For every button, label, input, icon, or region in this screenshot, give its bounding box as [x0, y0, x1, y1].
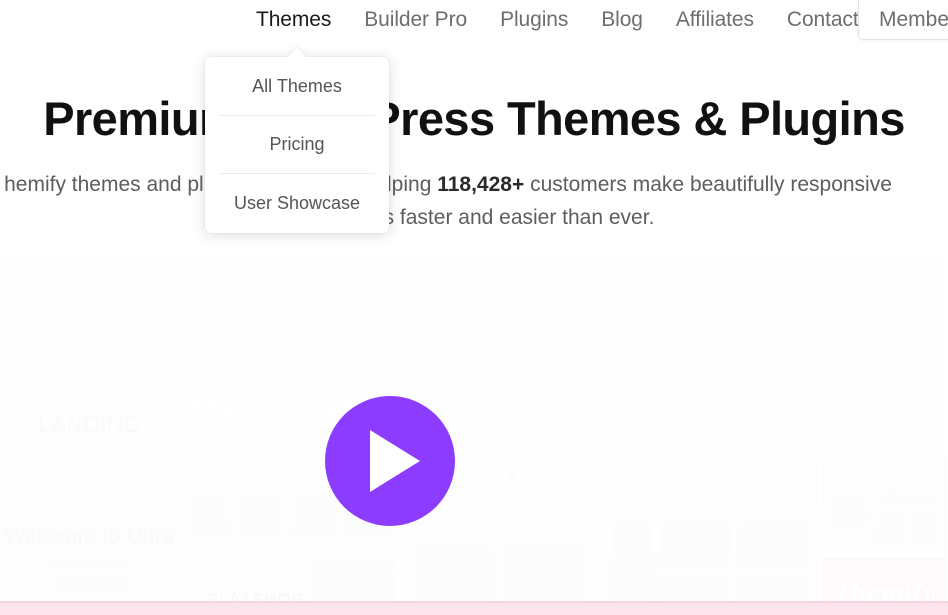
- hero-subtitle: hemify themes and plugins have been help…: [0, 168, 922, 234]
- collage-tile: [181, 252, 400, 352]
- collage-tile-caption: LANDING: [37, 412, 143, 437]
- collage-tile-caption: Welcome to Ultra: [5, 526, 175, 548]
- dropdown-item-pricing[interactable]: Pricing: [219, 116, 375, 174]
- members-button[interactable]: Members: [858, 0, 948, 40]
- collage-tile: [601, 311, 820, 511]
- nav-items-list: Themes Builder Pro Plugins Blog Affiliat…: [256, 0, 859, 40]
- collage-column-1: LANDING Welcome to Ultra: [0, 252, 180, 615]
- nav-item-plugins[interactable]: Plugins: [500, 0, 568, 40]
- customer-count: 118,428+: [437, 173, 525, 196]
- bottom-pink-band: [0, 603, 948, 615]
- play-triangle-icon: [370, 430, 420, 492]
- themes-dropdown-menu: All Themes Pricing User Showcase: [205, 57, 389, 233]
- collage-column-5: Themify Sh: [821, 252, 948, 615]
- collage-tile: Welcome to Ultra: [0, 509, 180, 615]
- play-video-button[interactable]: [325, 396, 455, 526]
- nav-item-builder-pro[interactable]: Builder Pro: [364, 0, 467, 40]
- collage-tile: [821, 435, 948, 555]
- collage-tile: [0, 252, 180, 362]
- page-root: LANDING Welcome to Ultra Themify Shop FL…: [0, 0, 948, 615]
- collage-tile: [401, 252, 600, 412]
- main-navigation-bar: Themes Builder Pro Plugins Blog Affiliat…: [0, 0, 948, 40]
- nav-item-themes[interactable]: Themes: [256, 0, 331, 40]
- nav-item-blog[interactable]: Blog: [601, 0, 643, 40]
- collage-column-4: [601, 252, 820, 615]
- nav-item-contact[interactable]: Contact: [787, 0, 859, 40]
- collage-tile: [601, 512, 820, 615]
- page-title: Premium WordPress Themes & Plugins: [43, 92, 905, 145]
- dropdown-item-all-themes[interactable]: All Themes: [219, 58, 375, 116]
- nav-item-affiliates[interactable]: Affiliates: [676, 0, 754, 40]
- collage-tile: LANDING: [0, 363, 180, 508]
- theme-collage-background: LANDING Welcome to Ultra Themify Shop FL…: [0, 252, 948, 615]
- hero-subtitle-part2: customers make beautifully responsive: [524, 173, 892, 196]
- collage-tile: [821, 252, 948, 434]
- dropdown-item-user-showcase[interactable]: User Showcase: [219, 174, 375, 232]
- collage-tile: [601, 252, 820, 310]
